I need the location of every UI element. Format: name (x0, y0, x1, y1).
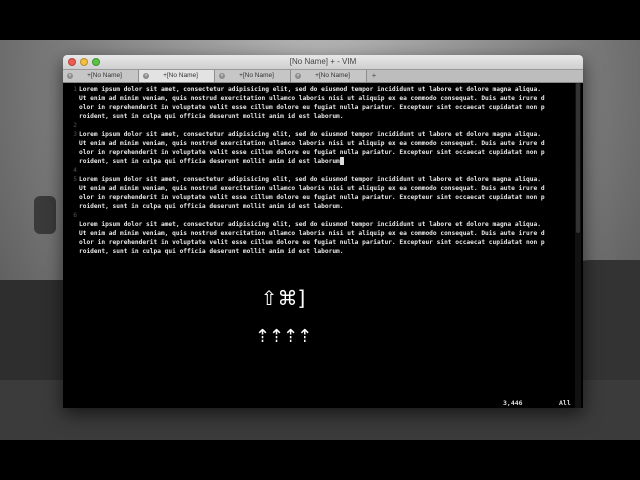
editor-line[interactable]: 1 Lorem ipsum dolor sit amet, consectetur… (63, 85, 583, 94)
line-text: olor in reprehenderit in voluptate velit… (79, 149, 545, 156)
line-number: 2 (73, 122, 77, 129)
line-number: 6 (73, 212, 77, 219)
editor-line[interactable]: Ut enim ad minim veniam, quis nostrud ex… (63, 184, 583, 193)
title-bar[interactable]: [No Name] + - VIM (63, 55, 583, 70)
tab-close-icon[interactable]: × (295, 73, 301, 79)
cursor-position: 3,446 (503, 399, 523, 407)
editor-line[interactable]: olor in reprehenderit in voluptate velit… (63, 238, 583, 247)
editor-line[interactable]: roident, sunt in culpa qui officia deser… (63, 112, 583, 121)
editor-line[interactable]: roident, sunt in culpa qui officia deser… (63, 247, 583, 256)
line-text: roident, sunt in culpa qui officia deser… (79, 248, 344, 255)
line-number: 4 (73, 167, 77, 174)
line-text: roident, sunt in culpa qui officia deser… (79, 203, 344, 210)
tab-4[interactable]: × +[No Name] (291, 70, 367, 82)
line-text: Ut enim ad minim veniam, quis nostrud ex… (79, 95, 545, 102)
tab-label: +[No Name] (239, 72, 274, 79)
editor-line[interactable]: 5 Lorem ipsum dolor sit amet, consectetur… (63, 175, 583, 184)
editor-line[interactable]: 2 (63, 121, 583, 130)
editor-buffer[interactable]: 1 Lorem ipsum dolor sit amet, consectetur… (63, 83, 583, 408)
editor-line[interactable]: olor in reprehenderit in voluptate velit… (63, 193, 583, 202)
line-text: Ut enim ad minim veniam, quis nostrud ex… (79, 230, 545, 237)
scroll-indicator: All (559, 399, 571, 407)
line-text: Ut enim ad minim veniam, quis nostrud ex… (79, 140, 545, 147)
line-text: Lorem ipsum dolor sit amet, consectetur … (79, 86, 541, 93)
line-text: olor in reprehenderit in voluptate velit… (79, 194, 545, 201)
tab-1[interactable]: × +[No Name] (63, 70, 139, 82)
editor-line[interactable]: Lorem ipsum dolor sit amet, consectetur … (63, 220, 583, 229)
line-number: 3 (73, 131, 77, 138)
keyboard-shortcut-overlay: ⇧⌘] (260, 286, 306, 310)
editor-line[interactable]: Ut enim ad minim veniam, quis nostrud ex… (63, 139, 583, 148)
line-text: roident, sunt in culpa qui officia deser… (79, 113, 344, 120)
line-text: Lorem ipsum dolor sit amet, consectetur … (79, 131, 541, 138)
letterbox-bottom (0, 440, 640, 480)
letterbox-top (0, 0, 640, 40)
text-cursor (340, 157, 344, 165)
tab-bar: × +[No Name] × +[No Name] × +[No Name] ×… (63, 70, 583, 83)
line-text: olor in reprehenderit in voluptate velit… (79, 104, 545, 111)
line-text: Lorem ipsum dolor sit amet, consectetur … (79, 221, 541, 228)
line-text: roident, sunt in culpa qui officia deser… (79, 158, 340, 165)
editor-line[interactable]: roident, sunt in culpa qui officia deser… (63, 202, 583, 211)
tab-close-icon[interactable]: × (67, 73, 73, 79)
editor-line[interactable]: olor in reprehenderit in voluptate velit… (63, 103, 583, 112)
line-text: Lorem ipsum dolor sit amet, consectetur … (79, 176, 541, 183)
line-number: 1 (73, 86, 77, 93)
sea-stack-rock (34, 196, 56, 234)
new-tab-button[interactable]: + (367, 70, 381, 82)
tab-label: +[No Name] (87, 72, 122, 79)
editor-line[interactable]: 3 Lorem ipsum dolor sit amet, consectetur… (63, 130, 583, 139)
tab-label: +[No Name] (315, 72, 350, 79)
vim-window[interactable]: [No Name] + - VIM × +[No Name] × +[No Na… (63, 55, 583, 408)
line-text: Ut enim ad minim veniam, quis nostrud ex… (79, 185, 545, 192)
tab-3[interactable]: × +[No Name] (215, 70, 291, 82)
tab-close-icon[interactable]: × (219, 73, 225, 79)
window-title: [No Name] + - VIM (289, 57, 357, 66)
editor-line[interactable]: Ut enim ad minim veniam, quis nostrud ex… (63, 229, 583, 238)
tab-close-icon[interactable]: × (143, 73, 149, 79)
line-text: olor in reprehenderit in voluptate velit… (79, 239, 545, 246)
editor-line[interactable]: 4 (63, 166, 583, 175)
editor-line[interactable]: olor in reprehenderit in voluptate velit… (63, 148, 583, 157)
tab-label: +[No Name] (163, 72, 198, 79)
tab-2[interactable]: × +[No Name] (139, 70, 215, 82)
shift-arrows-overlay: ⇡⇡⇡⇡ (254, 326, 312, 347)
scrollbar[interactable] (575, 83, 581, 408)
scrollbar-thumb[interactable] (576, 83, 580, 233)
line-number: 5 (73, 176, 77, 183)
editor-line[interactable]: Ut enim ad minim veniam, quis nostrud ex… (63, 94, 583, 103)
editor-line[interactable]: roident, sunt in culpa qui officia deser… (63, 157, 583, 166)
editor-line[interactable]: 6 (63, 211, 583, 220)
